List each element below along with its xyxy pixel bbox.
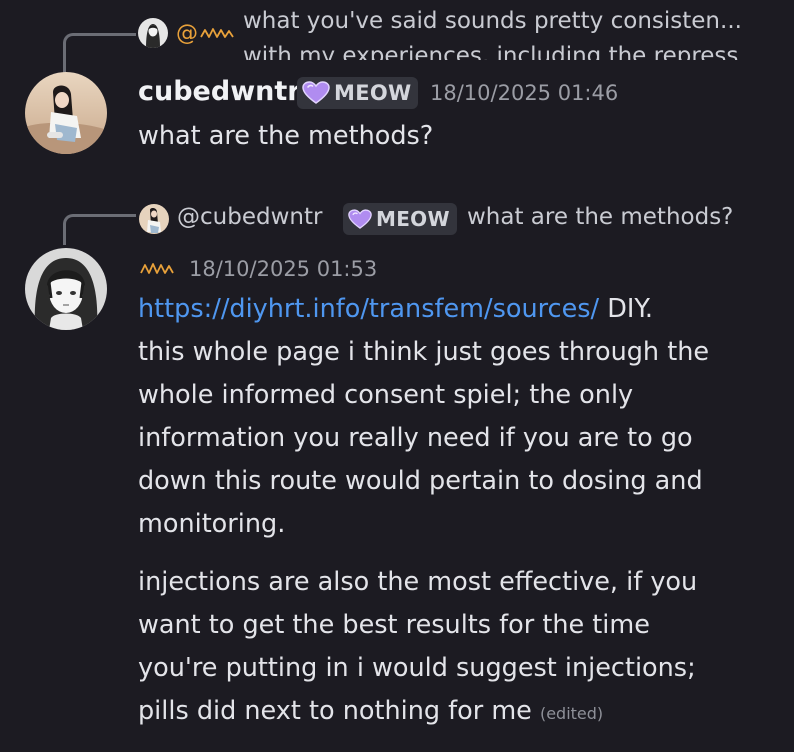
squiggle-orange-icon[interactable] <box>140 258 176 278</box>
squiggle-orange-icon <box>200 28 234 38</box>
reply-connector-line <box>63 33 136 74</box>
message-line-5: down this route would pertain to dosing … <box>138 466 703 496</box>
reply-author-prefix: @ <box>176 20 198 46</box>
edited-marker: (edited) <box>539 704 604 723</box>
reply-author-avatar[interactable] <box>138 18 168 48</box>
message-line-6: monitoring. <box>138 509 286 539</box>
message-line-9: you're putting in i would suggest inject… <box>138 653 696 683</box>
message-line-4: information you really need if you are t… <box>138 423 693 453</box>
message-line-7: injections are also the most effective, … <box>138 567 698 597</box>
reply-author-avatar[interactable] <box>139 204 169 234</box>
reply-role-tag-label: MEOW <box>376 207 450 231</box>
message-paragraph-2: injections are also the most effective, … <box>138 561 697 735</box>
reply-role-tag[interactable]: MEOW <box>343 203 457 235</box>
timestamp[interactable]: 18/10/2025 01:53 <box>189 257 377 281</box>
reply-mention[interactable]: @cubedwntr <box>177 204 322 230</box>
user-avatar-cubedwntr[interactable] <box>25 72 107 154</box>
username[interactable]: cubedwntr <box>138 76 301 107</box>
user-avatar[interactable] <box>25 248 107 330</box>
message-line-8: want to get the best results for the tim… <box>138 610 650 640</box>
timestamp[interactable]: 18/10/2025 01:46 <box>430 81 618 105</box>
purple-heart-icon <box>302 81 330 104</box>
role-tag-label: MEOW <box>334 81 412 105</box>
role-tag[interactable]: MEOW <box>297 77 419 109</box>
reply-text[interactable]: what are the methods? <box>467 204 733 230</box>
message-line-1: https://diyhrt.info/transfem/sources/ DI… <box>138 294 653 324</box>
message-line-10: pills did next to nothing for me (edited… <box>138 696 604 726</box>
message-line-3: whole informed consent spiel; the only <box>138 380 634 410</box>
message-link[interactable]: https://diyhrt.info/transfem/sources/ <box>138 294 599 324</box>
reply-author-icon: @ <box>176 20 236 46</box>
reply-text-line-1: what you've said sounds pretty consisten… <box>243 8 742 34</box>
purple-heart-icon <box>348 208 372 229</box>
message-line-2: this whole page i think just goes throug… <box>138 337 710 367</box>
reply-connector-line <box>63 214 136 245</box>
reply-text-clip[interactable]: what you've said sounds pretty consisten… <box>243 6 753 60</box>
message-content: what are the methods? <box>138 121 434 151</box>
message-paragraph-1: https://diyhrt.info/transfem/sources/ DI… <box>138 288 709 546</box>
reply-text-line-2: with my experiences, including the repre… <box>243 43 739 60</box>
